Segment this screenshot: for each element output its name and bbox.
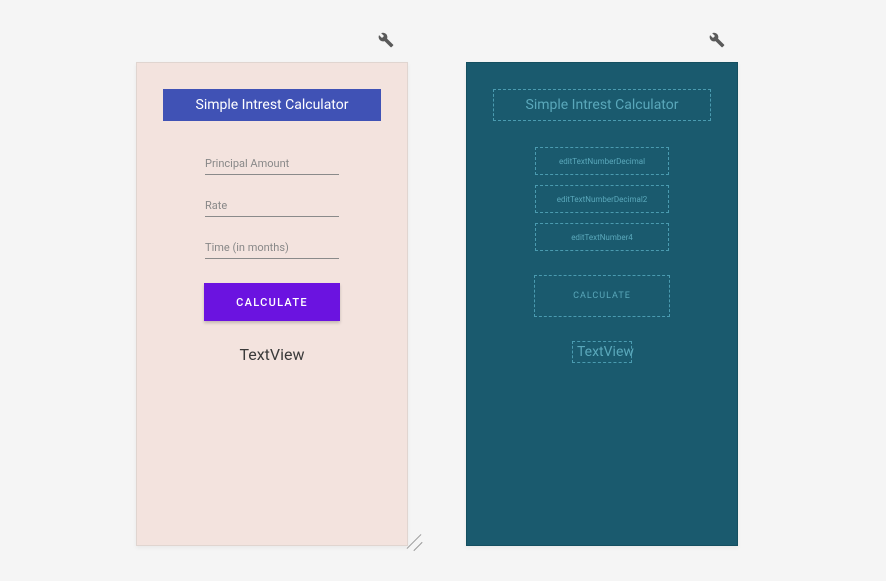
design-preview-panel: Simple Intrest Calculator CALCULATE Text… [136, 62, 408, 546]
blueprint-preview-panel: Simple Intrest Calculator editTextNumber… [466, 62, 738, 546]
calculate-button-blueprint[interactable]: CALCULATE [534, 275, 670, 317]
rate-input[interactable] [205, 193, 339, 217]
input-fields-container [137, 121, 407, 259]
header-title-text: Simple Intrest Calculator [526, 97, 679, 113]
rate-input-blueprint[interactable]: editTextNumberDecimal2 [535, 185, 669, 213]
principal-amount-input[interactable] [205, 151, 339, 175]
wrench-icon[interactable] [378, 32, 394, 53]
result-textview: TextView [137, 345, 407, 364]
header-title-text: Simple Intrest Calculator [196, 97, 349, 113]
result-textview-blueprint[interactable]: TextView [572, 341, 632, 363]
time-input-blueprint[interactable]: editTextNumber4 [535, 223, 669, 251]
principal-amount-input-blueprint[interactable]: editTextNumberDecimal [535, 147, 669, 175]
time-input[interactable] [205, 235, 339, 259]
calculate-button[interactable]: CALCULATE [204, 283, 340, 321]
resize-handle-icon[interactable] [401, 531, 431, 561]
wrench-icon[interactable] [709, 32, 725, 53]
header-title: Simple Intrest Calculator [163, 89, 381, 121]
input-fields-container: editTextNumberDecimal editTextNumberDeci… [467, 121, 737, 251]
header-title-blueprint[interactable]: Simple Intrest Calculator [493, 89, 711, 121]
